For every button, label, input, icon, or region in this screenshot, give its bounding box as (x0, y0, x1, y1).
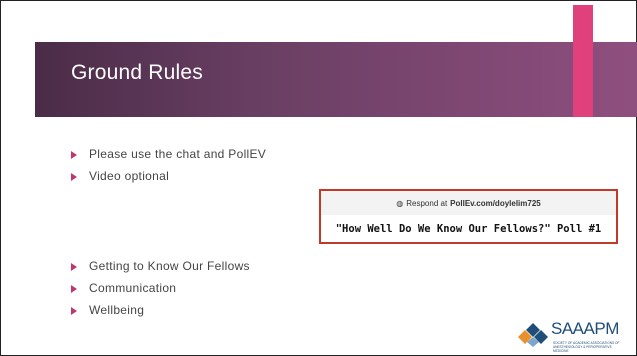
diamond-logo-icon (518, 323, 548, 347)
bullet-arrow-icon (71, 172, 77, 181)
bullet-list-bottom: Getting to Know Our Fellows Communicatio… (71, 257, 250, 323)
bullet-arrow-icon (71, 284, 77, 293)
bullet-text: Wellbeing (89, 303, 145, 317)
logo-name: SAAAPM (551, 319, 619, 338)
list-item: Getting to Know Our Fellows (71, 257, 250, 275)
poll-respond-bar: ◍ Respond at PollEv.com/doylelim725 (321, 191, 616, 215)
logo-subtitle: Society of Academic Associations of Anes… (553, 341, 620, 353)
slide: Ground Rules Please use the chat and Pol… (0, 0, 637, 356)
list-item: Video optional (71, 167, 266, 185)
poll-respond-prefix: Respond at (406, 198, 448, 208)
bullet-list-top: Please use the chat and PollEV Video opt… (71, 145, 266, 189)
list-item: Wellbeing (71, 301, 250, 319)
bullet-arrow-icon (71, 306, 77, 315)
saaapm-logo: SAAAPM Society of Academic Associations … (517, 319, 627, 353)
accent-bar (573, 5, 593, 117)
bullet-arrow-icon (71, 150, 77, 159)
slide-title: Ground Rules (71, 61, 203, 84)
poll-question: "How Well Do We Know Our Fellows?" Poll … (335, 222, 602, 235)
bullet-text: Communication (89, 281, 177, 295)
poll-embed[interactable]: ◍ Respond at PollEv.com/doylelim725 "How… (319, 189, 618, 244)
bullet-arrow-icon (71, 262, 77, 271)
bullet-text: Video optional (89, 169, 170, 183)
bullet-text: Getting to Know Our Fellows (89, 259, 250, 273)
bullet-text: Please use the chat and PollEV (89, 147, 267, 161)
list-item: Communication (71, 279, 250, 297)
globe-icon: ◍ (396, 198, 404, 208)
list-item: Please use the chat and PollEV (71, 145, 266, 163)
poll-url-link[interactable]: PollEv.com/doylelim725 (450, 199, 541, 208)
